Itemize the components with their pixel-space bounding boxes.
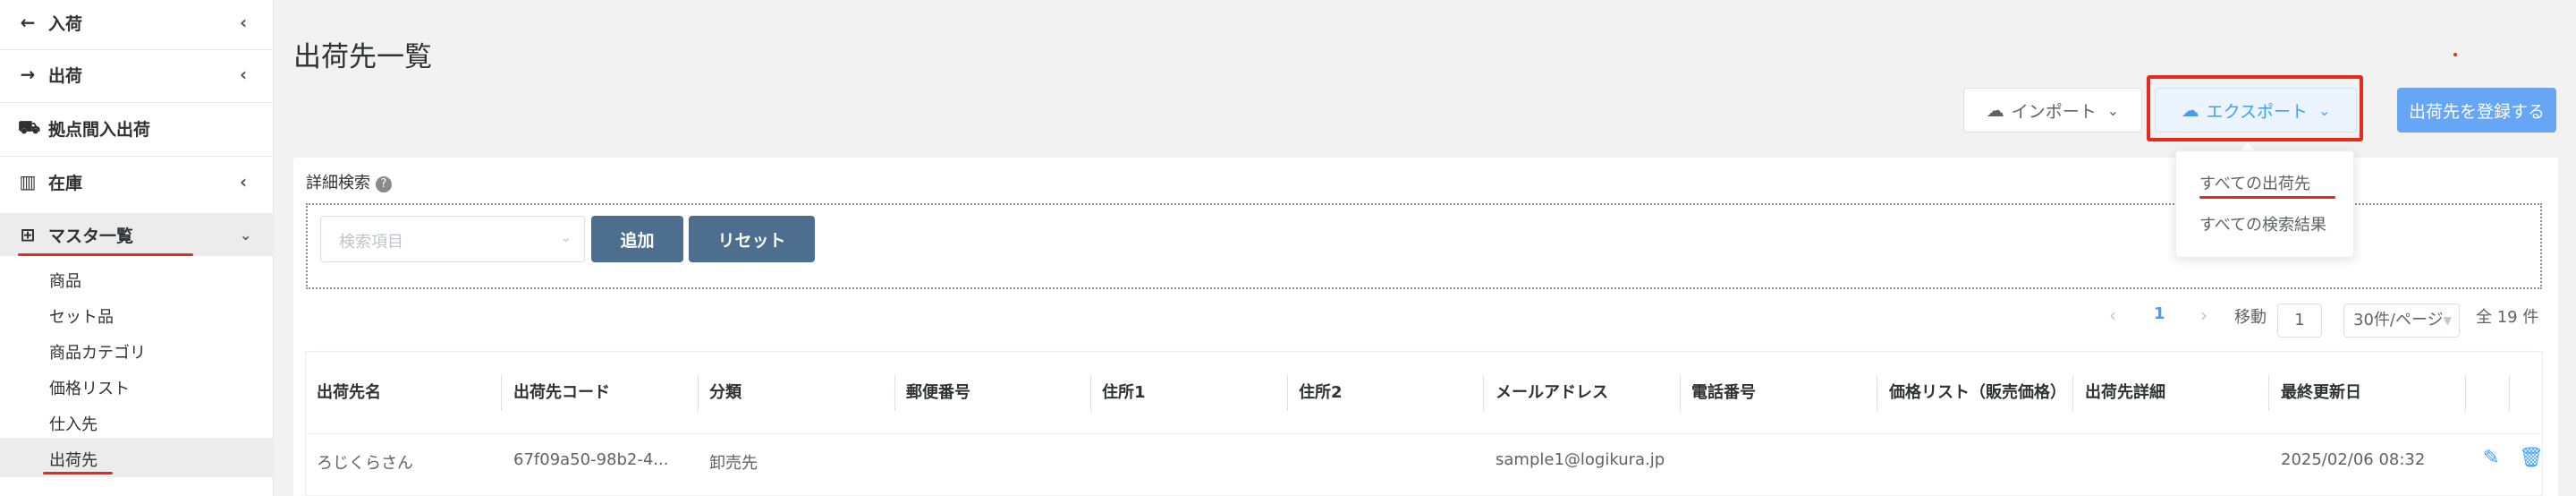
search-field-select[interactable]: 検索項目 ⌄	[320, 216, 585, 262]
import-button-label: インポート	[2011, 101, 2097, 122]
next-page-icon[interactable]: ›	[2200, 304, 2207, 326]
column-header[interactable]: 住所2	[1299, 352, 1343, 434]
divider	[0, 49, 274, 50]
annotation-dot	[2453, 53, 2457, 56]
column-header[interactable]: 郵便番号	[906, 352, 970, 434]
sidebar: ← 入荷 ‹ → 出荷 ‹ ⛟ 拠点間入出荷 ▥ 在庫 ‹ ⊞ マスタ一覧 ⌄ …	[0, 0, 274, 496]
highlight-underline	[2199, 196, 2335, 199]
add-condition-button[interactable]: 追加	[591, 216, 683, 262]
sidebar-item-label: 入荷	[48, 13, 83, 34]
register-ship-to-button[interactable]: 出荷先を登録する	[2397, 88, 2556, 133]
column-divider	[1287, 375, 1288, 411]
total-count: 全 19 件	[2476, 308, 2539, 327]
cell-email: sample1@logikura.jp	[1496, 450, 1665, 469]
ship-to-table: 出荷先名 出荷先コード 分類 郵便番号 住所1 住所2 メールアドレス 電話番号…	[305, 351, 2544, 496]
sidebar-item-inventory[interactable]: ▥ 在庫 ‹	[0, 168, 274, 195]
reset-button[interactable]: リセット	[689, 216, 815, 262]
page-size-value: 30件/ページ	[2353, 311, 2444, 329]
page-title: 出荷先一覧	[293, 41, 432, 73]
cell-code: 67f09a50-98b2-4...	[513, 450, 669, 469]
chevron-down-icon: ⌄	[560, 229, 572, 245]
arrow-right-icon: →	[20, 64, 36, 85]
column-divider	[2509, 375, 2510, 411]
table-header: 出荷先名 出荷先コード 分類 郵便番号 住所1 住所2 メールアドレス 電話番号…	[306, 352, 2542, 434]
sidebar-item-master[interactable]: ⊞ マスタ一覧 ⌄	[0, 221, 274, 248]
column-header[interactable]: 出荷先コード	[513, 352, 610, 434]
grid-icon: ⊞	[20, 224, 36, 245]
cloud-upload-icon: ☁	[1986, 99, 2004, 121]
column-header[interactable]: 最終更新日	[2281, 352, 2361, 434]
sidebar-item-label: マスタ一覧	[48, 226, 134, 246]
column-header[interactable]: 電話番号	[1691, 352, 1756, 434]
column-header[interactable]: 出荷先詳細	[2085, 352, 2165, 434]
highlight-underline	[43, 472, 113, 475]
column-divider	[1680, 375, 1681, 411]
sidebar-subitem-products[interactable]: 商品	[49, 269, 81, 292]
column-divider	[2268, 375, 2269, 411]
sidebar-subitem-suppliers[interactable]: 仕入先	[49, 412, 97, 435]
advanced-search-title: 詳細検索?	[306, 170, 392, 193]
column-header[interactable]: メールアドレス	[1496, 352, 1608, 434]
column-divider	[1483, 375, 1484, 411]
export-menu-item-all[interactable]: すべての出荷先	[2199, 171, 2310, 194]
export-highlight-box	[2147, 75, 2363, 141]
prev-page-icon[interactable]: ‹	[2109, 304, 2116, 326]
goto-label: 移動	[2234, 308, 2267, 327]
divider	[0, 156, 274, 157]
column-header[interactable]: 分類	[709, 352, 741, 434]
column-header[interactable]: 価格リスト（販売価格）	[1889, 352, 2066, 434]
sidebar-item-label: 拠点間入出荷	[48, 119, 151, 140]
chevron-down-icon: ⌄	[240, 227, 252, 244]
chevron-left-icon: ‹	[240, 12, 248, 33]
column-divider	[1090, 375, 1091, 411]
sidebar-subitem-active-background	[0, 438, 274, 477]
arrow-left-icon: ←	[20, 12, 36, 33]
column-header[interactable]: 住所1	[1102, 352, 1146, 434]
sidebar-item-receiving[interactable]: ← 入荷 ‹	[0, 9, 274, 36]
chevron-left-icon: ‹	[240, 171, 248, 192]
truck-icon: ⛟	[18, 115, 41, 138]
export-menu-item-search-results[interactable]: すべての検索結果	[2199, 212, 2326, 235]
column-divider	[698, 375, 699, 411]
export-dropdown-menu: すべての出荷先 すべての検索結果	[2175, 150, 2354, 258]
sidebar-item-label: 出荷	[48, 65, 83, 86]
edit-icon[interactable]: ✎	[2483, 447, 2499, 469]
cell-name: ろじくらさん	[317, 454, 413, 473]
current-page-number[interactable]: 1	[2154, 304, 2165, 323]
cell-category: 卸売先	[709, 454, 758, 473]
column-divider	[2465, 375, 2466, 411]
sidebar-subitem-categories[interactable]: 商品カテゴリ	[49, 340, 146, 363]
chevron-down-icon: ⌄	[2106, 101, 2120, 119]
column-divider	[894, 375, 895, 411]
sidebar-item-transfer[interactable]: ⛟ 拠点間入出荷	[0, 115, 274, 141]
column-header[interactable]: 出荷先名	[317, 352, 381, 434]
help-icon[interactable]: ?	[376, 176, 392, 192]
warehouse-icon: ▥	[19, 171, 37, 192]
page-size-select[interactable]: 30件/ページ ▼	[2343, 304, 2460, 338]
divider	[0, 102, 274, 103]
sidebar-item-shipping[interactable]: → 出荷 ‹	[0, 61, 274, 88]
highlight-underline	[18, 253, 193, 256]
sidebar-subitem-sets[interactable]: セット品	[49, 304, 114, 328]
chevron-left-icon: ‹	[240, 64, 248, 85]
sidebar-subitem-ship-to[interactable]: 出荷先	[49, 448, 97, 471]
sidebar-item-label: 在庫	[48, 173, 83, 193]
column-divider	[501, 375, 502, 411]
search-field-placeholder: 検索項目	[339, 233, 403, 252]
trash-icon[interactable]: 🗑	[2519, 447, 2544, 469]
advanced-search-label: 詳細検索	[306, 174, 370, 192]
column-divider	[2072, 375, 2073, 411]
goto-page-input[interactable]: 1	[2277, 304, 2322, 338]
caret-down-icon: ▼	[2443, 314, 2452, 327]
import-button[interactable]: ☁ インポート ⌄	[1963, 88, 2142, 133]
cell-updated: 2025/02/06 08:32	[2281, 450, 2426, 469]
sidebar-subitem-price-lists[interactable]: 価格リスト	[49, 376, 130, 399]
